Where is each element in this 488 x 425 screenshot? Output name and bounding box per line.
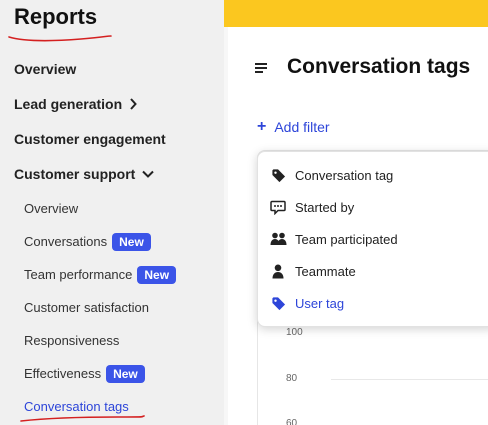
plus-icon: + bbox=[257, 118, 267, 135]
sidebar-subitem-overview[interactable]: Overview bbox=[24, 199, 78, 219]
sidebar-subitem-conversations[interactable]: Conversations New bbox=[24, 232, 151, 252]
filter-option-teammate[interactable]: Teammate bbox=[269, 261, 356, 281]
sidebar: Reports Overview Lead generation Custome… bbox=[0, 0, 224, 425]
sidebar-subitem-label: Responsiveness bbox=[24, 333, 120, 348]
chevron-down-icon bbox=[142, 170, 155, 178]
tag-icon bbox=[269, 167, 287, 183]
filter-option-user-tag[interactable]: User tag bbox=[269, 293, 344, 313]
sidebar-item-overview[interactable]: Overview bbox=[14, 59, 76, 79]
red-underline-annotation bbox=[8, 35, 112, 42]
sidebar-item-label: Customer support bbox=[14, 166, 136, 182]
hamburger-menu-icon[interactable] bbox=[253, 60, 269, 76]
chart-gridline bbox=[331, 379, 488, 380]
new-badge: New bbox=[137, 266, 177, 284]
sidebar-title: Reports bbox=[14, 4, 98, 29]
filter-option-label: Teammate bbox=[295, 263, 356, 279]
chat-bubble-icon bbox=[269, 199, 287, 215]
filter-option-conversation-tag[interactable]: Conversation tag bbox=[269, 165, 393, 185]
tag-icon bbox=[269, 295, 287, 311]
sidebar-subitem-label: Conversations bbox=[24, 234, 108, 249]
y-tick-label: 100 bbox=[286, 327, 303, 338]
sidebar-subitem-responsiveness[interactable]: Responsiveness bbox=[24, 331, 119, 351]
chevron-right-icon bbox=[130, 98, 137, 110]
sidebar-item-customer-support[interactable]: Customer support bbox=[14, 164, 155, 184]
sidebar-subitem-label: Conversation tags bbox=[24, 399, 129, 414]
filter-option-started-by[interactable]: Started by bbox=[269, 197, 354, 217]
filter-option-label: Conversation tag bbox=[295, 167, 394, 183]
sidebar-subitem-label: Overview bbox=[24, 201, 79, 216]
new-badge: New bbox=[112, 233, 151, 251]
top-banner bbox=[224, 0, 488, 27]
sidebar-item-label: Lead generation bbox=[14, 96, 123, 112]
page-title: Conversation tags bbox=[287, 55, 471, 78]
filter-option-label: User tag bbox=[295, 295, 345, 311]
filter-option-label: Started by bbox=[295, 199, 355, 215]
sidebar-item-customer-engagement[interactable]: Customer engagement bbox=[14, 129, 166, 149]
filter-dropdown-menu: Conversation tag Started by Team partici… bbox=[257, 151, 488, 327]
sidebar-subitem-label: Team performance bbox=[24, 267, 133, 282]
add-filter-button[interactable]: + Add filter bbox=[257, 118, 330, 136]
y-tick-label: 80 bbox=[286, 373, 298, 384]
person-icon bbox=[269, 263, 287, 279]
sidebar-subitem-label: Effectiveness bbox=[24, 366, 102, 381]
sidebar-subitem-label: Customer satisfaction bbox=[24, 300, 149, 315]
filter-option-label: Team participated bbox=[295, 231, 398, 247]
sidebar-item-label: Customer engagement bbox=[14, 131, 166, 147]
sidebar-subitem-effectiveness[interactable]: Effectiveness New bbox=[24, 364, 145, 384]
sidebar-subitem-team-performance[interactable]: Team performance New bbox=[24, 265, 177, 285]
sidebar-subitem-customer-satisfaction[interactable]: Customer satisfaction bbox=[24, 298, 149, 318]
y-tick-label: 60 bbox=[286, 418, 298, 425]
people-icon bbox=[269, 231, 287, 247]
filter-option-team-participated[interactable]: Team participated bbox=[269, 229, 398, 249]
sidebar-item-lead-generation[interactable]: Lead generation bbox=[14, 94, 137, 114]
sidebar-subitem-conversation-tags[interactable]: Conversation tags bbox=[24, 397, 129, 417]
sidebar-item-label: Overview bbox=[14, 61, 77, 77]
add-filter-label: Add filter bbox=[274, 119, 330, 135]
new-badge: New bbox=[106, 365, 145, 383]
